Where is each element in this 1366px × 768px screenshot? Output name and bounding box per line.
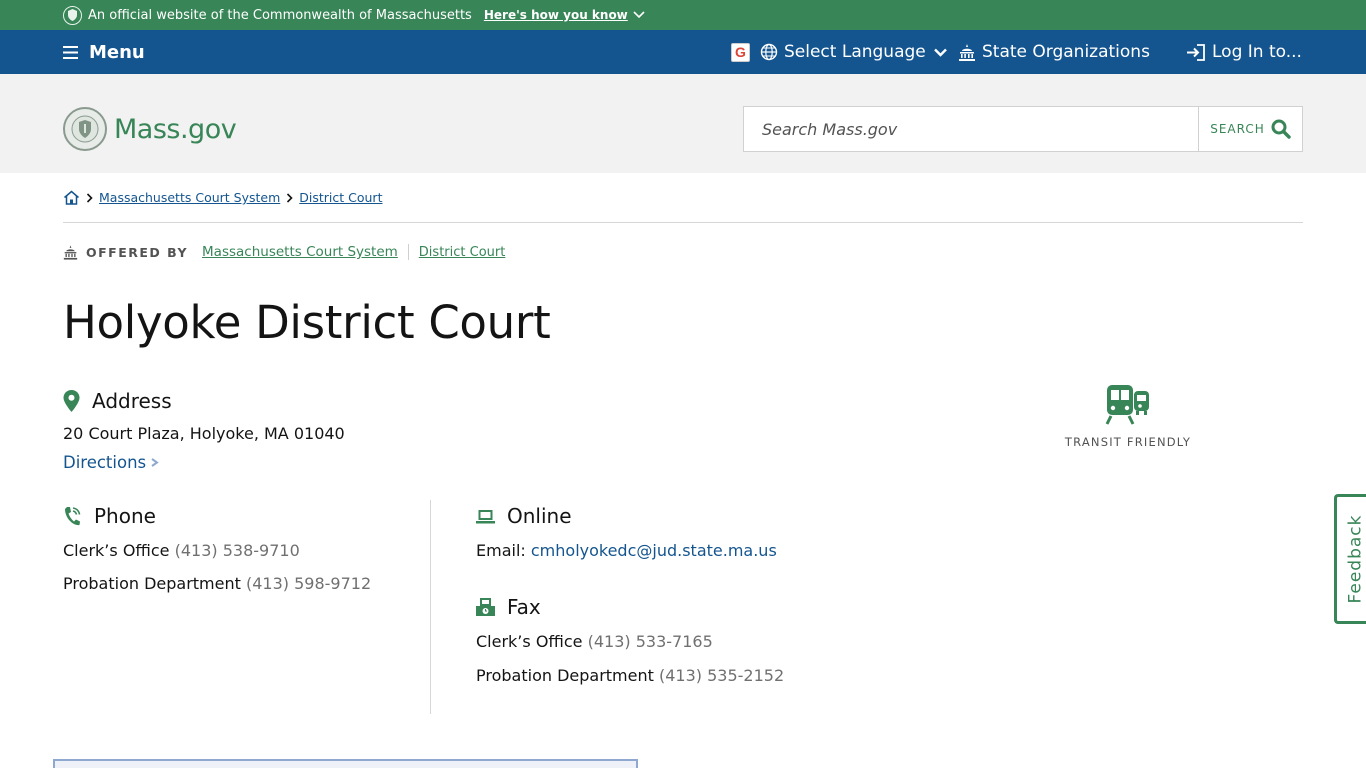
how-you-know-toggle[interactable]: Here's how you know <box>484 8 645 22</box>
address-heading: Address <box>63 389 172 413</box>
chevron-right-icon <box>286 192 293 203</box>
fax-probation-label: Probation Department <box>476 666 654 685</box>
phone-probation-number[interactable]: (413) 598-9712 <box>246 574 371 593</box>
language-selector[interactable]: G Select Language <box>731 30 947 74</box>
phone-clerk-number[interactable]: (413) 538-9710 <box>175 541 300 560</box>
chevron-down-icon <box>633 11 645 19</box>
contact-column-divider <box>430 500 431 714</box>
mass-gov-logo[interactable]: Mass.gov <box>63 107 237 151</box>
phone-probation-row: Probation Department (413) 598-9712 <box>63 574 371 593</box>
online-email-label: Email: <box>476 541 526 560</box>
hamburger-icon <box>63 45 78 59</box>
state-organizations-label: State Organizations <box>982 42 1150 62</box>
login-icon <box>1187 43 1205 61</box>
phone-icon <box>65 506 81 525</box>
menu-button[interactable]: Menu <box>63 30 145 74</box>
state-organizations-button[interactable]: State Organizations <box>958 30 1150 74</box>
fax-clerk-label: Clerk’s Office <box>476 632 583 651</box>
offered-by-district-court[interactable]: District Court <box>419 245 506 260</box>
offered-by-label: OFFERED BY <box>86 244 189 260</box>
search-icon <box>1271 119 1291 139</box>
breadcrumb-home[interactable] <box>63 190 80 205</box>
content-card-partial <box>53 759 638 768</box>
feedback-label: Feedback <box>1345 514 1366 604</box>
fax-probation-row: Probation Department (413) 535-2152 <box>476 666 784 685</box>
fax-heading: Fax <box>476 595 541 619</box>
transit-friendly: TRANSIT FRIENDLY <box>1060 383 1196 449</box>
phone-clerk-label: Clerk’s Office <box>63 541 170 560</box>
fax-probation-number: (413) 535-2152 <box>659 666 785 685</box>
directions-label: Directions <box>63 453 147 472</box>
online-email-row: Email: cmholyokedc@jud.state.ma.us <box>476 541 777 560</box>
fax-clerk-number: (413) 533-7165 <box>587 632 713 651</box>
offered-by-separator <box>407 244 409 260</box>
nav-bar: Menu G Select Language State Organizatio… <box>0 30 1366 74</box>
address-value: 20 Court Plaza, Holyoke, MA 01040 <box>63 424 345 443</box>
transit-label: TRANSIT FRIENDLY <box>1064 435 1192 449</box>
address-heading-text: Address <box>92 389 172 413</box>
phone-probation-label: Probation Department <box>63 574 241 593</box>
chevron-down-icon <box>933 48 947 57</box>
fax-clerk-row: Clerk’s Office (413) 533-7165 <box>476 632 713 651</box>
site-header: Mass.gov SEARCH <box>0 74 1366 173</box>
search-button[interactable]: SEARCH <box>1199 107 1302 151</box>
login-label: Log In to... <box>1212 42 1302 62</box>
search-form: SEARCH <box>743 106 1303 152</box>
arrow-right-icon <box>151 458 159 467</box>
online-heading-text: Online <box>507 504 572 528</box>
phone-heading: Phone <box>63 504 156 528</box>
laptop-icon <box>476 509 495 523</box>
feedback-tab[interactable]: Feedback <box>1334 494 1366 624</box>
google-icon: G <box>731 42 750 62</box>
capitol-icon <box>959 43 975 61</box>
how-you-know-label: Here's how you know <box>483 8 628 22</box>
capitol-icon <box>63 244 78 260</box>
fax-heading-text: Fax <box>507 595 541 619</box>
breadcrumb-item-district-court[interactable]: District Court <box>299 190 382 205</box>
breadcrumb: Massachusetts Court System District Cour… <box>63 190 382 205</box>
chevron-right-icon <box>86 192 93 203</box>
phone-heading-text: Phone <box>94 504 156 528</box>
map-pin-icon <box>63 390 80 412</box>
seal-icon <box>63 107 107 151</box>
breadcrumb-item-court-system[interactable]: Massachusetts Court System <box>99 190 280 205</box>
language-label: Select Language <box>784 42 926 62</box>
official-banner-text: An official website of the Commonwealth … <box>88 7 472 23</box>
online-heading: Online <box>476 504 572 528</box>
directions-link[interactable]: Directions <box>63 453 159 472</box>
page-title: Holyoke District Court <box>63 296 551 349</box>
logo-text: Mass.gov <box>114 113 237 145</box>
offered-by: OFFERED BY Massachusetts Court System Di… <box>63 244 505 260</box>
globe-icon <box>760 43 778 61</box>
search-button-label: SEARCH <box>1210 122 1265 136</box>
official-banner: An official website of the Commonwealth … <box>0 0 1366 30</box>
fax-icon <box>476 598 495 616</box>
phone-clerk-row: Clerk’s Office (413) 538-9710 <box>63 541 300 560</box>
seal-icon <box>63 5 82 25</box>
offered-by-court-system[interactable]: Massachusetts Court System <box>202 244 398 260</box>
breadcrumb-divider <box>63 222 1303 223</box>
transit-icon <box>1105 385 1149 425</box>
home-icon <box>64 190 79 205</box>
online-email-link[interactable]: cmholyokedc@jud.state.ma.us <box>531 541 777 560</box>
menu-label: Menu <box>89 41 145 63</box>
search-input[interactable] <box>744 107 1199 151</box>
login-button[interactable]: Log In to... <box>1186 30 1302 74</box>
